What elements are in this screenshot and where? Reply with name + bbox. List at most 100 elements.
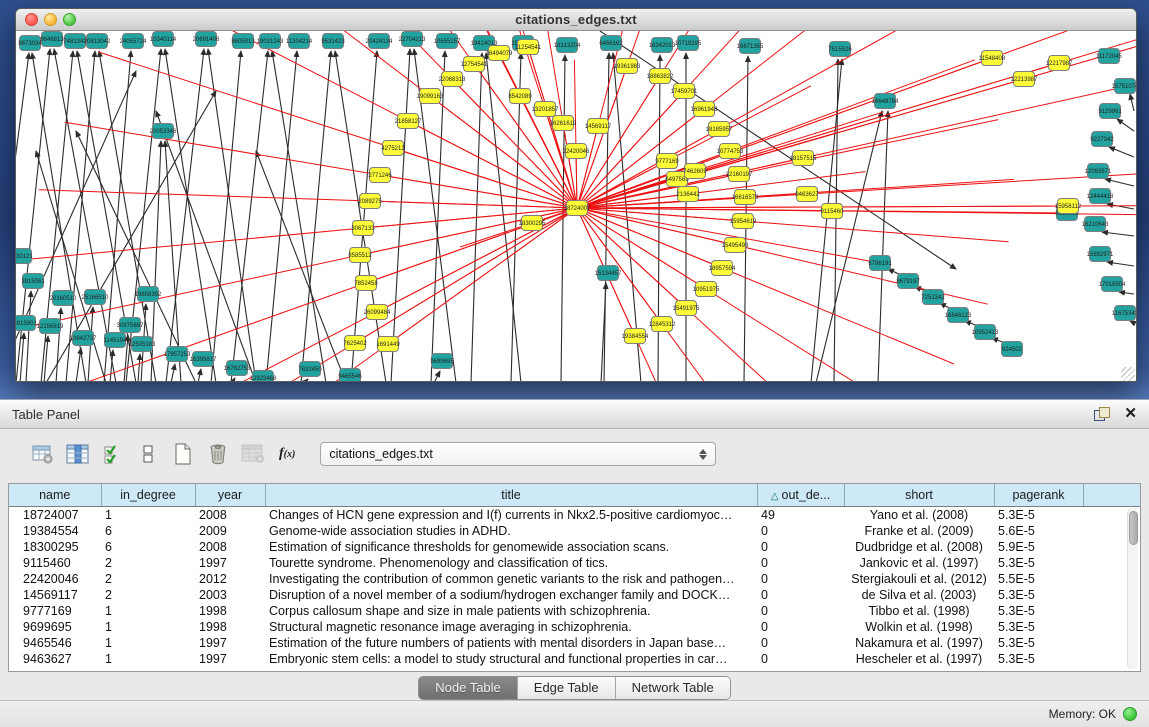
network-node[interactable]: 16961943 <box>691 102 718 117</box>
cell-title[interactable]: Disruption of a novel member of a sodium… <box>265 587 757 603</box>
cell-short[interactable]: Tibbo et al. (1998) <box>844 603 994 619</box>
network-node[interactable]: 18724007 <box>564 201 591 216</box>
cell-title[interactable]: Estimation of the future numbers of pati… <box>265 635 757 651</box>
network-node[interactable]: 16782753 <box>224 361 251 376</box>
network-node[interactable]: 12213987 <box>1011 72 1038 87</box>
cell-short[interactable]: Franke et al. (2009) <box>844 523 994 539</box>
select-columns-icon[interactable] <box>100 441 126 467</box>
network-node[interactable]: 7251342 <box>921 290 945 305</box>
cell-year[interactable]: 1997 <box>195 651 265 667</box>
network-node[interactable]: 3915901 <box>16 316 37 331</box>
network-node[interactable]: 17957253 <box>164 347 191 362</box>
minimize-window-button[interactable] <box>44 13 57 26</box>
cell-in_degree[interactable]: 1 <box>101 651 195 667</box>
float-panel-icon[interactable] <box>1094 407 1110 421</box>
cell-in_degree[interactable]: 6 <box>101 539 195 555</box>
network-node[interactable]: 13942737 <box>70 331 97 346</box>
column-header-short[interactable]: short <box>844 484 994 506</box>
network-node[interactable]: 12156819 <box>37 319 64 334</box>
cell-short[interactable]: de Silva et al. (2003) <box>844 587 994 603</box>
network-node[interactable]: 8679197 <box>896 274 920 289</box>
cell-in_degree[interactable]: 2 <box>101 587 195 603</box>
network-node[interactable]: 20160510 <box>50 291 77 306</box>
network-node[interactable]: 19031243 <box>257 34 284 49</box>
table-row[interactable]: 911546021997Tourette syndrome. Phenomeno… <box>9 555 1140 571</box>
network-node[interactable]: 25166510 <box>82 290 109 305</box>
cell-title[interactable]: Structural magnetic resonance image aver… <box>265 619 757 635</box>
cell-name[interactable]: 22420046 <box>9 571 101 587</box>
network-node[interactable]: 7625402 <box>343 336 367 351</box>
cell-pagerank[interactable]: 5.3E-5 <box>994 506 1083 523</box>
network-node[interactable]: 19384554 <box>622 329 649 344</box>
tab-edge-table[interactable]: Edge Table <box>517 677 615 699</box>
cell-pagerank[interactable]: 5.9E-5 <box>994 539 1083 555</box>
cell-title[interactable]: Changes of HCN gene expression and I(f) … <box>265 506 757 523</box>
cell-name[interactable]: 14569117 <box>9 587 101 603</box>
cell-in_degree[interactable]: 2 <box>101 555 195 571</box>
cell-name[interactable]: 18724007 <box>9 506 101 523</box>
network-node[interactable]: 16342013 <box>649 38 676 53</box>
cell-in_degree[interactable]: 1 <box>101 506 195 523</box>
network-node[interactable]: 9777169 <box>655 154 679 169</box>
cell-in_degree[interactable]: 1 <box>101 619 195 635</box>
network-node[interactable]: 19858392 <box>135 287 162 302</box>
cell-name[interactable]: 9115460 <box>9 555 101 571</box>
cell-short[interactable]: Wolkin et al. (1998) <box>844 619 994 635</box>
cell-year[interactable]: 1998 <box>195 603 265 619</box>
window-resize-grip[interactable] <box>1121 367 1135 381</box>
cell-title[interactable]: Estimation of significance thresholds fo… <box>265 539 757 555</box>
cell-name[interactable]: 9465546 <box>9 635 101 651</box>
network-node[interactable]: 10719195 <box>675 36 702 51</box>
row-height-icon[interactable] <box>135 441 161 467</box>
cell-name[interactable]: 19384554 <box>9 523 101 539</box>
network-node[interactable]: 10952413 <box>972 325 999 340</box>
cell-short[interactable]: Jankovic et al. (1997) <box>844 555 994 571</box>
table-selector-dropdown[interactable]: citations_edges.txt <box>320 442 716 466</box>
cell-in_degree[interactable]: 1 <box>101 603 195 619</box>
network-node[interactable]: 8542089 <box>508 89 532 104</box>
network-node[interactable]: 14569117 <box>585 119 612 134</box>
cell-in_degree[interactable]: 2 <box>101 571 195 587</box>
cell-pagerank[interactable]: 5.3E-5 <box>994 555 1083 571</box>
cell-year[interactable]: 2012 <box>195 571 265 587</box>
network-node[interactable]: 30975887 <box>117 318 144 333</box>
network-node[interactable]: 10774753 <box>717 144 744 159</box>
network-node[interactable]: 18157515 <box>790 151 817 166</box>
cell-title[interactable]: Genome-wide association studies in ADHD. <box>265 523 757 539</box>
network-node[interactable]: 9129961 <box>1098 104 1122 119</box>
cell-out_de[interactable]: 0 <box>757 571 844 587</box>
network-node[interactable]: 15491975 <box>673 301 700 316</box>
function-builder-icon[interactable]: f(x) <box>275 446 299 462</box>
network-node[interactable]: 16846123 <box>945 308 972 323</box>
table-row[interactable]: 1938455462009Genome-wide association stu… <box>9 523 1140 539</box>
network-node[interactable]: 10655257 <box>434 34 461 49</box>
cell-year[interactable]: 2008 <box>195 539 265 555</box>
table-row[interactable]: 1830029562008Estimation of significance … <box>9 539 1140 555</box>
cell-title[interactable]: Investigating the contribution of common… <box>265 571 757 587</box>
network-node[interactable]: 12093871 <box>1085 164 1112 179</box>
network-node[interactable]: 7462609 <box>683 164 707 179</box>
citation-network-graph[interactable]: 8673034984681374813422081304224055724103… <box>16 31 1136 382</box>
cell-pagerank[interactable]: 5.5E-5 <box>994 571 1083 587</box>
cell-title[interactable]: Corpus callosum shape and size in male p… <box>265 603 757 619</box>
cell-out_de[interactable]: 49 <box>757 506 844 523</box>
cell-year[interactable]: 2009 <box>195 523 265 539</box>
cell-pagerank[interactable]: 5.3E-5 <box>994 651 1083 667</box>
network-node[interactable]: 22068318 <box>439 72 466 87</box>
network-node[interactable]: 16616579 <box>732 190 759 205</box>
tab-network-table[interactable]: Network Table <box>615 677 730 699</box>
new-table-icon[interactable] <box>170 441 196 467</box>
cell-out_de[interactable]: 0 <box>757 587 844 603</box>
network-node[interactable]: 1145194 <box>104 333 128 348</box>
network-node[interactable]: 2136442 <box>676 187 700 202</box>
network-node[interactable]: 20813042 <box>84 34 111 49</box>
network-node[interactable]: 15958112 <box>1055 199 1082 214</box>
network-node[interactable]: 21858127 <box>395 114 422 129</box>
network-node[interactable]: 12923468 <box>250 371 277 383</box>
table-options-icon[interactable] <box>30 441 56 467</box>
network-node[interactable]: 9846813 <box>40 32 64 47</box>
cell-name[interactable]: 9699695 <box>9 619 101 635</box>
table-scrollbar[interactable] <box>1127 508 1138 669</box>
network-node[interactable]: 10951975 <box>693 282 720 297</box>
column-header-pagerank[interactable]: pagerank <box>994 484 1083 506</box>
